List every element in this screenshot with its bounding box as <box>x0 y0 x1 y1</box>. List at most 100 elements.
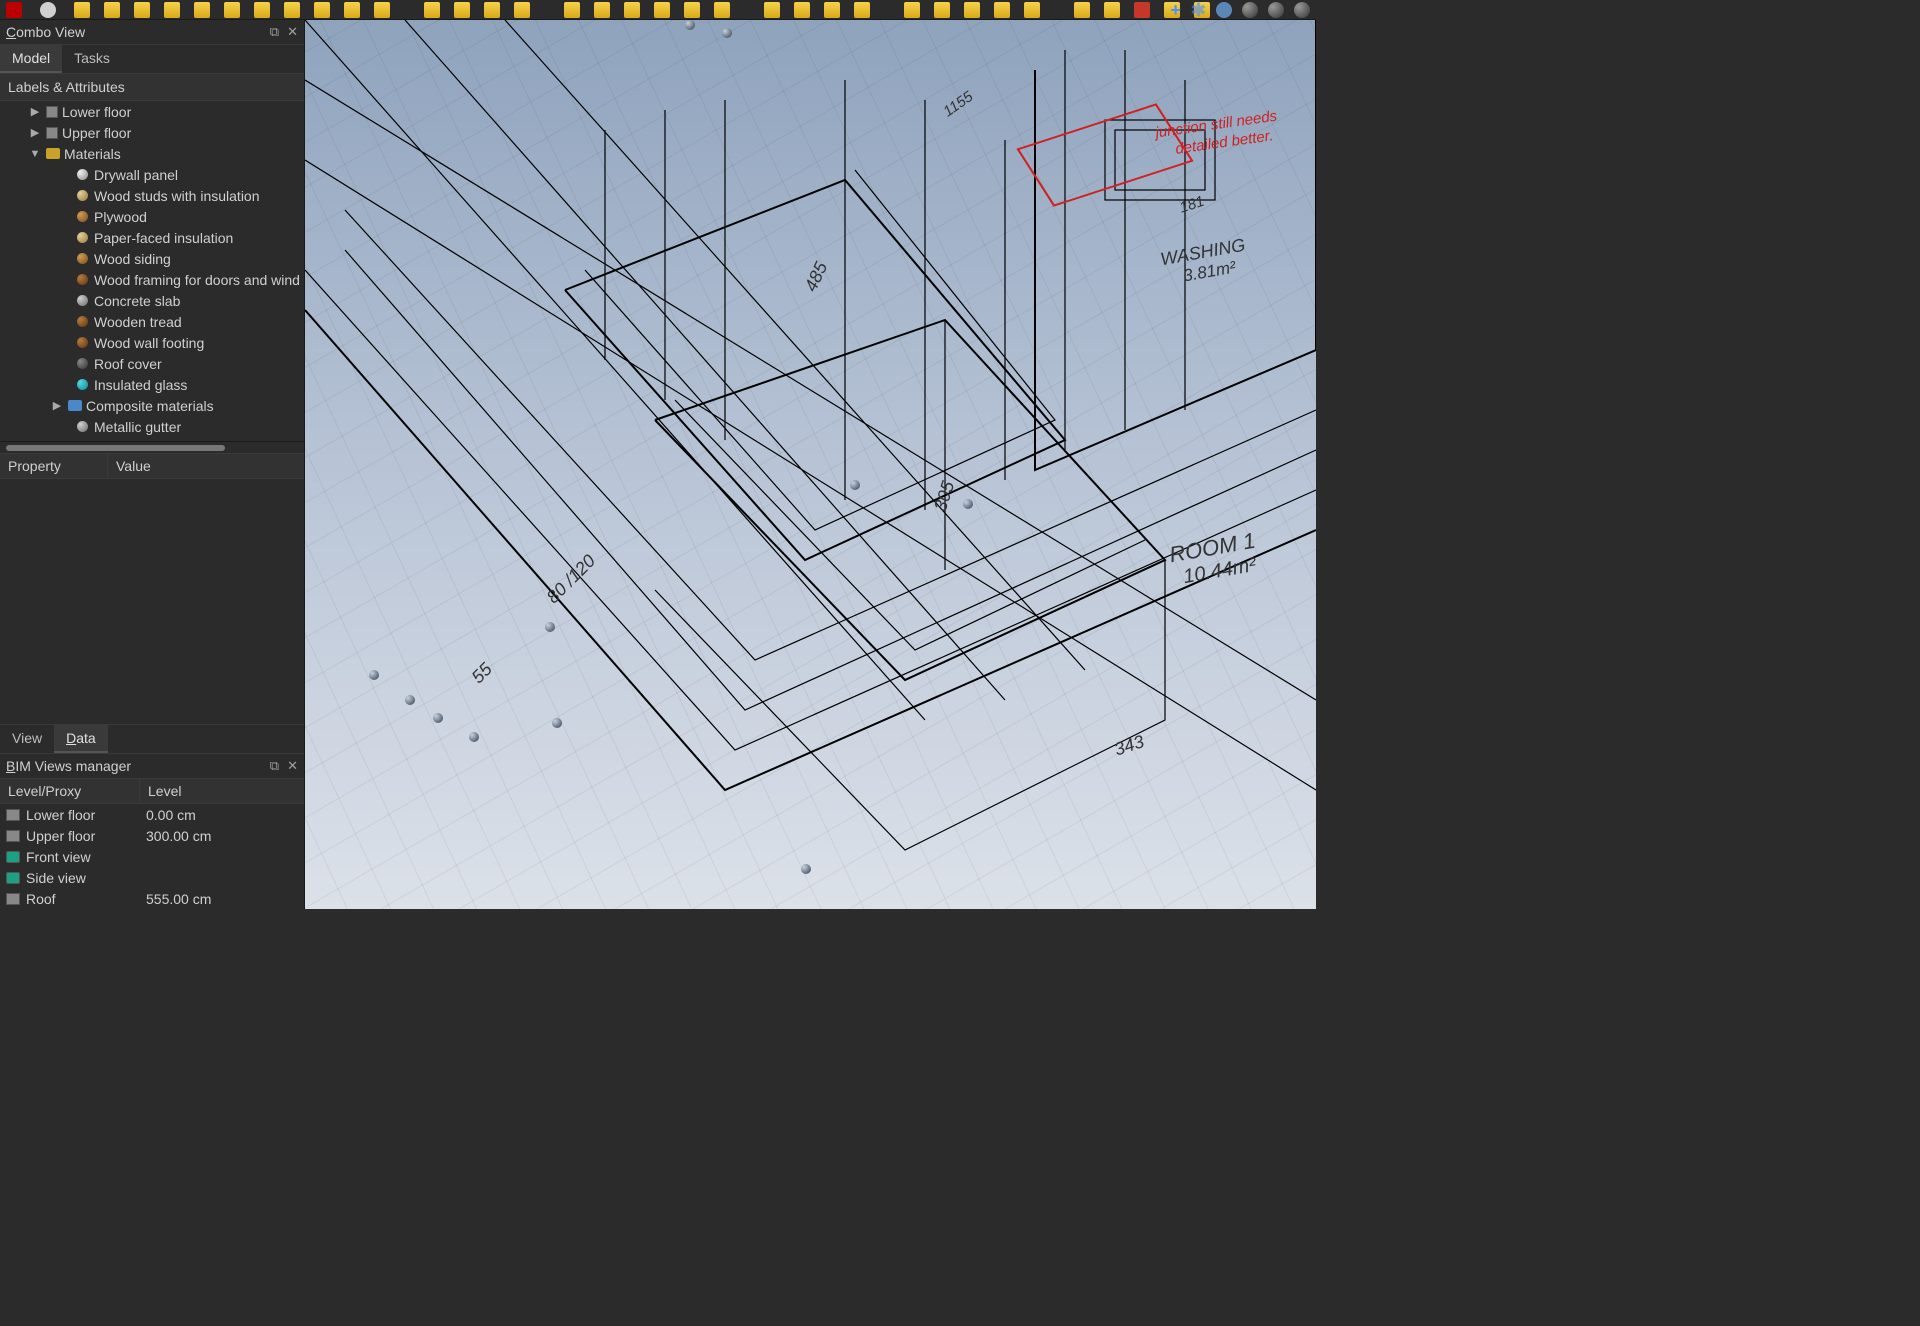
material-swatch-icon <box>77 211 88 222</box>
close-icon[interactable]: ✕ <box>287 758 298 774</box>
vertex-dot <box>685 20 695 30</box>
vertex-dot <box>552 718 562 728</box>
snap-plus-icon[interactable]: + <box>1170 0 1181 21</box>
tool-roof-icon[interactable] <box>654 2 670 18</box>
tool-arch2-icon[interactable] <box>374 2 390 18</box>
tool-sect-icon[interactable] <box>1024 2 1040 18</box>
bim-row[interactable]: Lower floor0.00 cm <box>0 804 304 825</box>
app-icon <box>6 2 22 18</box>
tool-beam-icon[interactable] <box>624 2 640 18</box>
tree-label: Paper-faced insulation <box>94 230 233 246</box>
orbit-icon[interactable] <box>1242 2 1258 18</box>
chevron-right-icon[interactable]: ▶ <box>28 105 42 118</box>
tool-text-icon[interactable] <box>284 2 300 18</box>
tool-polygon-icon[interactable] <box>224 2 240 18</box>
tree-material-item[interactable]: Paper-faced insulation <box>0 227 304 248</box>
tool-wall-icon[interactable] <box>424 2 440 18</box>
view-controls: + ✱ <box>1170 0 1310 20</box>
tree-label: Upper floor <box>62 125 131 141</box>
tool-equip-icon[interactable] <box>824 2 840 18</box>
tree-wooden-fascia[interactable]: Wooden fascia <box>0 437 304 441</box>
tool-circle-icon[interactable] <box>134 2 150 18</box>
tool-slab-icon[interactable] <box>564 2 580 18</box>
tab-model[interactable]: Model <box>0 45 62 73</box>
tree-material-item[interactable]: Wood framing for doors and wind <box>0 269 304 290</box>
bim-col-level[interactable]: Level <box>140 779 189 803</box>
bim-row[interactable]: Front view <box>0 846 304 867</box>
material-swatch-icon <box>77 316 88 327</box>
tree-material-item[interactable]: Wood siding <box>0 248 304 269</box>
prop-col-property[interactable]: Property <box>0 454 108 478</box>
rotate-icon[interactable] <box>1216 2 1232 18</box>
tool-polyline-icon[interactable] <box>164 2 180 18</box>
tool-window-icon[interactable] <box>484 2 500 18</box>
chevron-right-icon[interactable]: ▶ <box>28 126 42 139</box>
tool-red-icon[interactable] <box>1134 2 1150 18</box>
bim-col-levelproxy[interactable]: Level/Proxy <box>0 779 140 803</box>
tab-tasks[interactable]: Tasks <box>62 45 122 73</box>
tool-rect-icon[interactable] <box>194 2 210 18</box>
section-view-icon <box>6 851 20 863</box>
tool-space-icon[interactable] <box>794 2 810 18</box>
bim-level: 555.00 cm <box>140 891 304 907</box>
tool-stairs-icon[interactable] <box>684 2 700 18</box>
bim-row[interactable]: Side view <box>0 867 304 888</box>
tool-arch1-icon[interactable] <box>344 2 360 18</box>
prop-col-value[interactable]: Value <box>108 454 304 478</box>
close-icon[interactable]: ✕ <box>287 24 298 40</box>
tool-dim-icon[interactable] <box>314 2 330 18</box>
chevron-down-icon[interactable]: ▼ <box>28 148 42 160</box>
tree-material-item[interactable]: Concrete slab <box>0 290 304 311</box>
tool-column-icon[interactable] <box>594 2 610 18</box>
property-body <box>0 479 304 724</box>
tree-label: Drywall panel <box>94 167 178 183</box>
tree-metallic-gutter[interactable]: Metallic gutter <box>0 416 304 437</box>
orbit2-icon[interactable] <box>1268 2 1284 18</box>
tool-site-icon[interactable] <box>904 2 920 18</box>
combo-tabs: Model Tasks <box>0 45 304 74</box>
tree-lower-floor[interactable]: ▶ Lower floor <box>0 101 304 122</box>
tree-label: Metallic gutter <box>94 419 181 435</box>
tool-mat1-icon[interactable] <box>1074 2 1090 18</box>
tree-label: Insulated glass <box>94 377 187 393</box>
tool-door-icon[interactable] <box>514 2 530 18</box>
dock-icon[interactable]: ⧉ <box>270 24 279 40</box>
sphere-icon[interactable] <box>1294 2 1310 18</box>
tool-struct-icon[interactable] <box>454 2 470 18</box>
tree-material-item[interactable]: Insulated glass <box>0 374 304 395</box>
bim-row[interactable]: Upper floor300.00 cm <box>0 825 304 846</box>
3d-viewport[interactable]: junction still needs detailed better. RO… <box>305 20 1316 909</box>
tree-material-item[interactable]: Wood wall footing <box>0 332 304 353</box>
tree-material-item[interactable]: Roof cover <box>0 353 304 374</box>
snap-plus2-icon[interactable]: ✱ <box>1191 0 1206 21</box>
tree-materials[interactable]: ▼ Materials <box>0 143 304 164</box>
tree-upper-floor[interactable]: ▶ Upper floor <box>0 122 304 143</box>
tool-mat2-icon[interactable] <box>1104 2 1120 18</box>
tool-group-icon[interactable] <box>934 2 950 18</box>
material-swatch-icon <box>77 190 88 201</box>
tree-material-item[interactable]: Plywood <box>0 206 304 227</box>
bim-name: Roof <box>26 891 56 907</box>
chevron-right-icon[interactable]: ▶ <box>50 399 64 412</box>
tool-bldg-icon[interactable] <box>964 2 980 18</box>
tab-data[interactable]: Data <box>54 725 108 753</box>
bim-level: 0.00 cm <box>140 807 304 823</box>
tool-frame-icon[interactable] <box>854 2 870 18</box>
tool-line-icon[interactable] <box>74 2 90 18</box>
tree-material-item[interactable]: Wooden tread <box>0 311 304 332</box>
tree-material-item[interactable]: Drywall panel <box>0 164 304 185</box>
tree-composite[interactable]: ▶ Composite materials <box>0 395 304 416</box>
tool-point-icon[interactable] <box>40 2 56 18</box>
tree-hscroll[interactable] <box>0 441 304 453</box>
dock-icon[interactable]: ⧉ <box>270 758 279 774</box>
tree-material-item[interactable]: Wood studs with insulation <box>0 185 304 206</box>
tool-level-icon[interactable] <box>764 2 780 18</box>
tool-panel-icon[interactable] <box>714 2 730 18</box>
tool-floor-icon[interactable] <box>994 2 1010 18</box>
tool-bspline-icon[interactable] <box>254 2 270 18</box>
model-tree[interactable]: ▶ Lower floor ▶ Upper floor ▼ Materials … <box>0 101 304 441</box>
tool-arc-icon[interactable] <box>104 2 120 18</box>
section-view-icon <box>6 872 20 884</box>
tab-view[interactable]: View <box>0 725 54 753</box>
bim-row[interactable]: Roof 555.00 cm <box>0 888 304 909</box>
